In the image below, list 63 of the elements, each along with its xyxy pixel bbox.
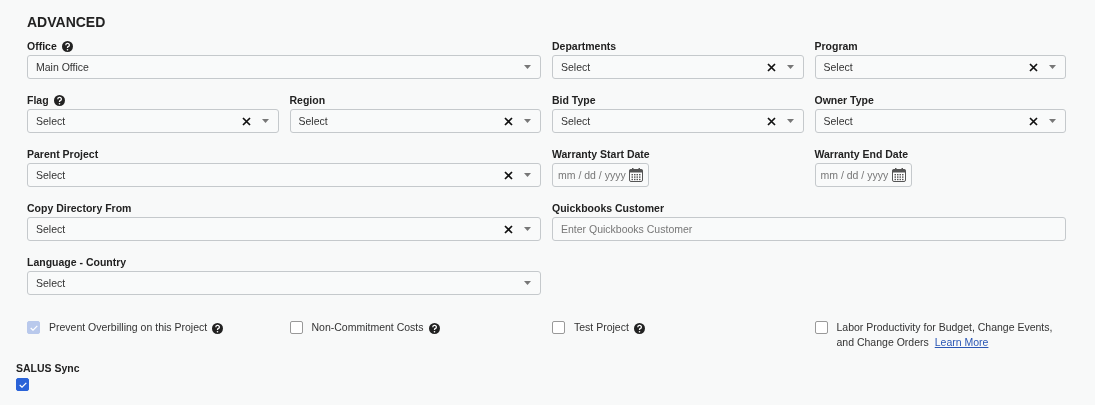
caret-icon[interactable] xyxy=(524,173,531,177)
caret-icon[interactable] xyxy=(1049,65,1056,69)
section-title: ADVANCED xyxy=(27,13,107,31)
field-label: Departments xyxy=(552,39,617,53)
field-label: Bid Type xyxy=(552,93,596,107)
select-field[interactable]: Select xyxy=(27,217,541,241)
clear-icon[interactable] xyxy=(1029,116,1038,126)
select-field[interactable]: Select xyxy=(27,109,279,133)
field-label: Office xyxy=(27,39,57,53)
field-label: Program xyxy=(814,39,858,53)
checkmark-icon xyxy=(18,381,27,388)
checkbox[interactable] xyxy=(16,378,29,391)
clear-icon[interactable] xyxy=(766,62,776,72)
checkbox-label: Non-Commitment Costs xyxy=(311,320,424,335)
text-field[interactable]: Enter Quickbooks Customer xyxy=(552,217,1066,241)
checkbox[interactable] xyxy=(289,321,303,334)
caret-icon[interactable] xyxy=(524,281,531,285)
help-icon[interactable] xyxy=(61,40,73,52)
select-field[interactable]: Select xyxy=(552,109,804,133)
checkbox[interactable] xyxy=(552,321,565,334)
checkbox-label: Test Project xyxy=(574,320,629,335)
field-label: Copy Directory From xyxy=(27,201,132,215)
help-icon[interactable] xyxy=(428,323,440,334)
date-field[interactable]: mm / dd / yyyy xyxy=(552,163,649,187)
clear-icon[interactable] xyxy=(504,224,513,234)
checkbox-label: Prevent Overbilling on this Project xyxy=(49,320,208,335)
checkmark-icon xyxy=(29,324,38,331)
field-label: SALUS Sync xyxy=(16,361,81,375)
select-field[interactable]: Select xyxy=(552,55,804,79)
select-field[interactable]: Select xyxy=(289,109,541,133)
date-field[interactable]: mm / dd / yyyy xyxy=(814,163,912,187)
caret-icon[interactable] xyxy=(524,65,531,69)
clear-icon[interactable] xyxy=(241,116,251,126)
caret-icon[interactable] xyxy=(524,227,531,231)
calendar-icon[interactable] xyxy=(629,168,643,182)
field-label: Language - Country xyxy=(27,255,127,269)
field-label: Owner Type xyxy=(814,93,874,107)
clear-icon[interactable] xyxy=(766,116,776,126)
field-label: Region xyxy=(289,93,326,107)
caret-icon[interactable] xyxy=(524,119,531,123)
learn-more-link[interactable]: Learn More xyxy=(934,336,989,348)
select-field[interactable]: Main Office xyxy=(27,55,541,79)
checkbox[interactable] xyxy=(814,321,828,334)
clear-icon[interactable] xyxy=(504,170,513,180)
select-field[interactable]: Select xyxy=(27,271,541,295)
help-icon[interactable] xyxy=(633,323,645,334)
clear-icon[interactable] xyxy=(1029,62,1038,72)
checkbox-label: Labor Productivity for Budget, Change Events, and Change Orders Learn More xyxy=(836,320,1054,350)
caret-icon[interactable] xyxy=(261,119,269,123)
caret-icon[interactable] xyxy=(786,65,794,69)
select-field[interactable]: Select xyxy=(27,163,541,187)
select-field[interactable]: Select xyxy=(814,55,1066,79)
select-field[interactable]: Select xyxy=(814,109,1066,133)
field-label: Warranty End Date xyxy=(814,147,909,161)
calendar-icon[interactable] xyxy=(891,168,906,182)
caret-icon[interactable] xyxy=(786,119,794,123)
field-label: Warranty Start Date xyxy=(552,147,650,161)
field-label: Flag xyxy=(27,93,49,107)
field-label: Quickbooks Customer xyxy=(552,201,665,215)
help-icon[interactable] xyxy=(53,94,65,106)
field-label: Parent Project xyxy=(27,147,99,161)
caret-icon[interactable] xyxy=(1049,119,1056,123)
clear-icon[interactable] xyxy=(504,116,513,126)
